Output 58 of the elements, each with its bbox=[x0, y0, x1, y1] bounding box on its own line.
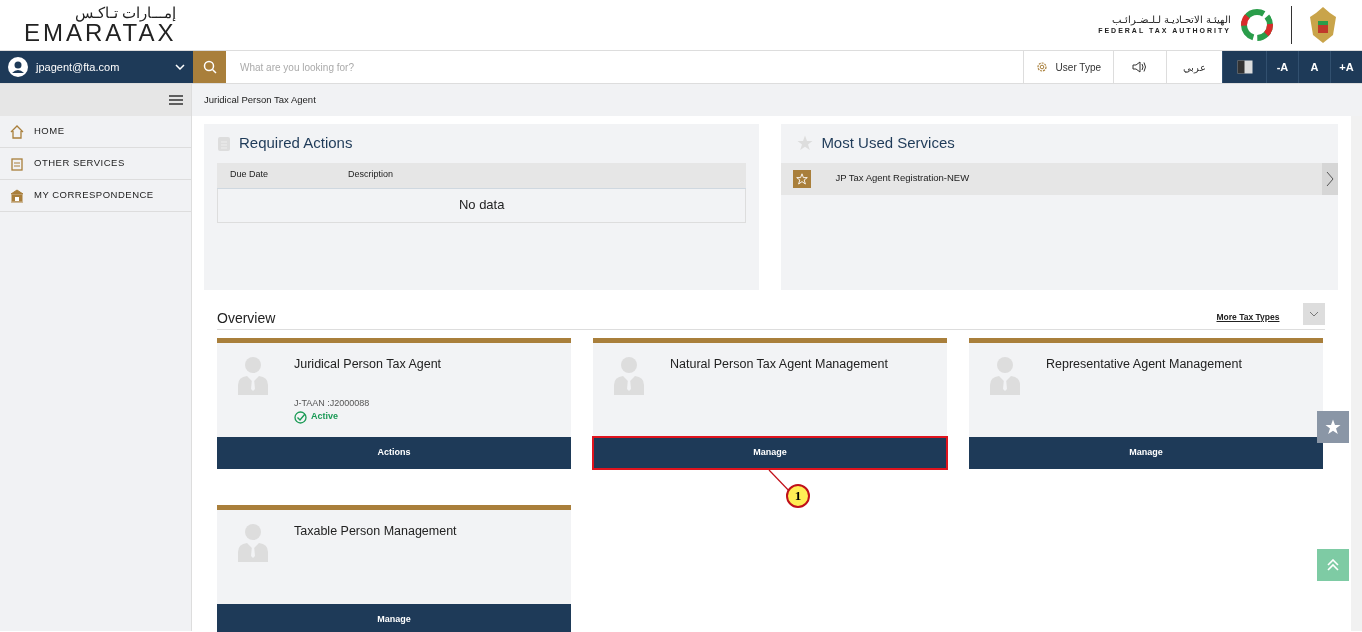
card-title: Representative Agent Management bbox=[1046, 356, 1242, 373]
menu-icon[interactable] bbox=[169, 95, 183, 105]
chevron-down-icon bbox=[175, 64, 185, 70]
speaker-icon bbox=[1132, 61, 1148, 73]
building-icon bbox=[10, 188, 24, 203]
contrast-button[interactable] bbox=[1222, 51, 1266, 83]
card-button[interactable]: Manage bbox=[593, 437, 947, 469]
double-chevron-up-icon bbox=[1327, 559, 1339, 571]
card-button[interactable]: Actions bbox=[217, 437, 571, 469]
gear-icon bbox=[1035, 61, 1048, 73]
user-email: jpagent@fta.com bbox=[36, 59, 121, 75]
authority-arabic-text: الهيئـة الاتحـاديـة لـلـضـرائـب bbox=[1112, 13, 1231, 26]
check-circle-icon bbox=[294, 410, 307, 424]
person-silhouette-icon bbox=[987, 355, 1023, 395]
column-header: Description bbox=[348, 168, 394, 182]
contrast-icon bbox=[1236, 60, 1253, 74]
scroll-to-top-button[interactable] bbox=[1317, 549, 1349, 581]
callout-number: 1 bbox=[786, 484, 810, 508]
font-size-button[interactable]: +A bbox=[1330, 51, 1362, 83]
card-button[interactable]: Manage bbox=[969, 437, 1323, 469]
star-icon bbox=[1325, 419, 1341, 435]
user-avatar-icon bbox=[8, 57, 28, 77]
status-text: Active bbox=[311, 410, 338, 424]
font-size-button[interactable]: A bbox=[1298, 51, 1330, 83]
chevron-right-icon[interactable] bbox=[1322, 162, 1339, 195]
empty-table-text: No data bbox=[458, 196, 505, 215]
section-title: Overview bbox=[217, 309, 276, 328]
person-silhouette-icon bbox=[235, 522, 271, 562]
card-title: Taxable Person Management bbox=[294, 523, 457, 540]
logo-text: EMARATAX bbox=[24, 21, 177, 45]
font-size-button[interactable]: -A bbox=[1266, 51, 1298, 83]
clipboard-icon bbox=[217, 135, 231, 152]
clipboard-icon bbox=[10, 156, 24, 171]
service-item[interactable]: JP Tax Agent Registration-NEW bbox=[781, 162, 1339, 195]
sidebar-item[interactable]: OTHER SERVICES bbox=[0, 148, 191, 180]
card-button[interactable]: Manage bbox=[217, 604, 571, 632]
person-silhouette-icon bbox=[235, 355, 271, 395]
person-silhouette-icon bbox=[611, 355, 647, 395]
panel-title: Required Actions bbox=[239, 133, 353, 153]
star-icon bbox=[797, 135, 814, 152]
card-title: Juridical Person Tax Agent bbox=[294, 356, 442, 373]
sidebar-item[interactable]: MY CORRESPONDENCE bbox=[0, 180, 191, 212]
logo-arabic-text: إمـــارات تـاكـس bbox=[75, 5, 177, 21]
reference-number: J-TAAN :J2000088 bbox=[294, 396, 371, 410]
search-icon bbox=[202, 60, 217, 74]
card-title: Natural Person Tax Agent Management bbox=[670, 356, 888, 373]
more-tax-types-link[interactable]: More Tax Types bbox=[1216, 311, 1280, 324]
emblem-ring-icon bbox=[1239, 7, 1275, 43]
panel-title: Most Used Services bbox=[821, 133, 955, 153]
search-button[interactable] bbox=[193, 51, 226, 83]
column-header: Due Date bbox=[229, 168, 270, 182]
sidebar-item[interactable]: HOME bbox=[0, 116, 191, 148]
chevron-down-icon bbox=[1309, 311, 1320, 317]
user-menu[interactable]: jpagent@fta.com bbox=[0, 51, 193, 83]
home-icon bbox=[10, 124, 24, 139]
favorites-button[interactable] bbox=[1317, 411, 1349, 443]
breadcrumb-text: Juridical Person Tax Agent bbox=[192, 84, 1362, 116]
eagle-emblem-icon bbox=[1308, 5, 1338, 45]
